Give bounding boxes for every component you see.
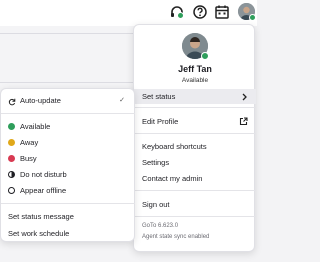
divider bbox=[134, 107, 256, 108]
external-link-icon bbox=[239, 114, 248, 129]
away-dot-icon bbox=[8, 139, 15, 146]
status-option-offline[interactable]: Appear offline bbox=[1, 183, 135, 198]
status-option-label: Appear offline bbox=[20, 186, 67, 195]
settings-label: Settings bbox=[142, 158, 170, 167]
set-status-item[interactable]: Set status bbox=[134, 89, 256, 104]
sign-out-label: Sign out bbox=[142, 200, 170, 209]
offline-dot-icon bbox=[8, 187, 15, 194]
do-not-disturb-icon bbox=[8, 171, 15, 178]
set-status-message-label: Set status message bbox=[8, 212, 74, 221]
contact-admin-label: Contact my admin bbox=[142, 174, 203, 183]
profile-header bbox=[134, 25, 256, 65]
divider bbox=[0, 82, 140, 83]
divider bbox=[0, 33, 140, 34]
settings-item[interactable]: Settings bbox=[134, 155, 256, 170]
auto-update-item[interactable]: Auto-update ✓ bbox=[1, 93, 135, 108]
divider bbox=[134, 133, 256, 134]
profile-presence-dot bbox=[201, 52, 209, 60]
divider bbox=[134, 216, 256, 217]
set-status-message-item[interactable]: Set status message bbox=[1, 209, 135, 224]
status-option-label: Do not disturb bbox=[20, 170, 67, 179]
sync-status: Agent state sync enabled bbox=[142, 234, 210, 240]
status-option-available[interactable]: Available bbox=[1, 119, 135, 134]
status-option-dnd[interactable]: Do not disturb bbox=[1, 167, 135, 182]
contact-admin-item[interactable]: Contact my admin bbox=[134, 171, 256, 186]
keyboard-shortcuts-item[interactable]: Keyboard shortcuts bbox=[134, 139, 256, 154]
sign-out-item[interactable]: Sign out bbox=[134, 197, 256, 212]
status-option-away[interactable]: Away bbox=[1, 135, 135, 150]
divider bbox=[1, 113, 135, 114]
help-icon[interactable] bbox=[192, 4, 208, 20]
set-work-schedule-label: Set work schedule bbox=[8, 229, 70, 238]
status-option-label: Away bbox=[20, 138, 39, 147]
available-dot-icon bbox=[8, 123, 15, 130]
set-status-label: Set status bbox=[142, 92, 176, 101]
edit-profile-label: Edit Profile bbox=[142, 117, 179, 126]
auto-update-label: Auto-update bbox=[20, 96, 61, 105]
chevron-right-icon bbox=[241, 89, 248, 104]
set-work-schedule-item[interactable]: Set work schedule bbox=[1, 226, 135, 241]
presence-dot bbox=[177, 12, 184, 19]
status-submenu: Auto-update ✓ Available Away Busy Do not… bbox=[0, 88, 135, 242]
status-option-label: Busy bbox=[20, 154, 37, 163]
top-bar bbox=[0, 0, 257, 26]
profile-menu: Jeff Tan Available Set status Edit Profi… bbox=[133, 24, 256, 252]
divider bbox=[1, 203, 135, 204]
edit-profile-item[interactable]: Edit Profile bbox=[134, 114, 256, 129]
keyboard-shortcuts-label: Keyboard shortcuts bbox=[142, 142, 207, 151]
app-version: GoTo 6.623.0 bbox=[142, 223, 179, 229]
avatar-presence-dot bbox=[249, 14, 256, 21]
busy-dot-icon bbox=[8, 155, 15, 162]
user-name: Jeff Tan bbox=[178, 64, 212, 74]
divider bbox=[134, 190, 256, 191]
calendar-icon[interactable] bbox=[214, 4, 230, 20]
refresh-icon bbox=[8, 96, 16, 106]
checkmark-icon: ✓ bbox=[119, 97, 125, 104]
user-state: Available bbox=[181, 77, 209, 84]
status-option-busy[interactable]: Busy bbox=[1, 151, 135, 166]
status-option-label: Available bbox=[20, 122, 51, 131]
